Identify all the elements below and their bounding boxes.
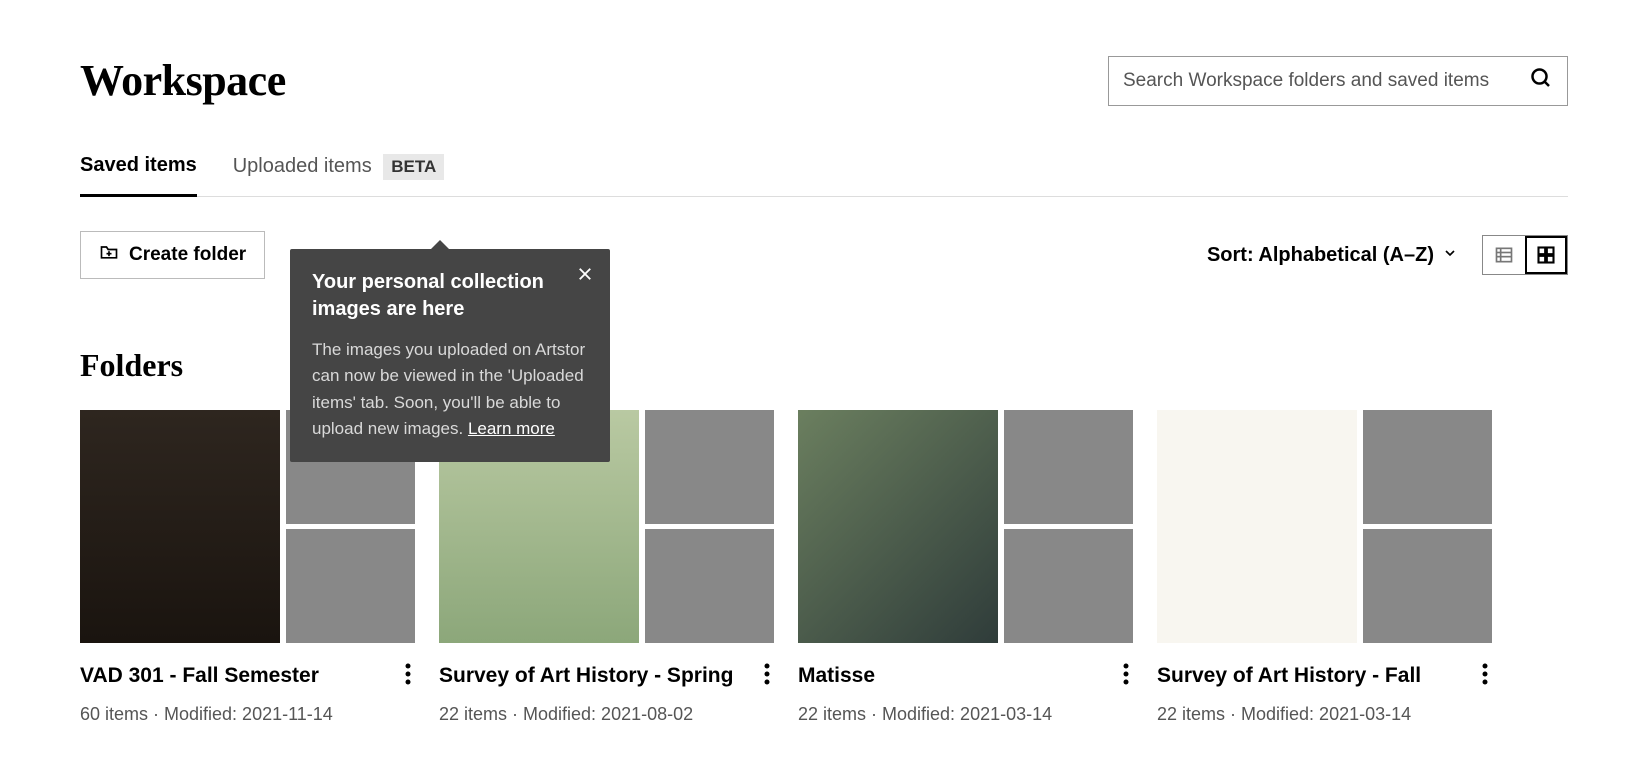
folder-meta: 22 items · Modified: 2021-08-02 (439, 704, 774, 725)
folder-thumb-main (80, 410, 280, 643)
folder-thumb-side (1004, 529, 1133, 643)
more-options-button[interactable] (1478, 663, 1492, 690)
folder-title: Matisse (798, 663, 1119, 688)
new-folder-icon (99, 242, 119, 268)
tab-uploaded-items[interactable]: Uploaded items BETA (233, 154, 445, 196)
folder-meta: 60 items · Modified: 2021-11-14 (80, 704, 415, 725)
folder-meta: 22 items · Modified: 2021-03-14 (1157, 704, 1492, 725)
folder-thumb-side (645, 529, 774, 643)
close-icon[interactable] (576, 265, 594, 288)
folder-title: VAD 301 - Fall Semester (80, 663, 401, 688)
chevron-down-icon (1442, 244, 1458, 267)
sort-dropdown[interactable]: Sort: Alphabetical (A–Z) (1207, 244, 1458, 267)
folder-thumb-side (645, 410, 774, 524)
tab-uploaded-label: Uploaded items (233, 155, 372, 177)
folder-thumb-main (798, 410, 998, 643)
uploaded-items-tooltip: Your personal collection images are here… (290, 249, 610, 462)
grid-view-button[interactable] (1525, 236, 1567, 274)
tabs-bar: Saved items Uploaded items BETA (80, 154, 1568, 197)
folder-thumb-side (1363, 410, 1492, 524)
search-icon[interactable] (1529, 66, 1553, 95)
beta-badge: BETA (383, 154, 444, 180)
more-options-button[interactable] (1119, 663, 1133, 690)
folder-thumbs (798, 410, 1133, 643)
folder-card[interactable]: Matisse 22 items · Modified: 2021-03-14 (798, 410, 1133, 725)
more-options-button[interactable] (760, 663, 774, 690)
search-input[interactable] (1123, 70, 1529, 92)
sort-label-text: Sort: Alphabetical (A–Z) (1207, 244, 1434, 267)
folder-thumb-side (286, 529, 415, 643)
folder-thumb-side (1004, 410, 1133, 524)
view-toggle (1482, 235, 1568, 275)
tab-saved-items[interactable]: Saved items (80, 154, 197, 197)
folder-thumb-main (1157, 410, 1357, 643)
create-folder-button[interactable]: Create folder (80, 231, 265, 279)
learn-more-link[interactable]: Learn more (468, 419, 555, 438)
create-folder-label: Create folder (129, 244, 246, 266)
list-view-button[interactable] (1483, 236, 1525, 274)
folder-thumbs (1157, 410, 1492, 643)
more-options-button[interactable] (401, 663, 415, 690)
tooltip-title: Your personal collection images are here (312, 269, 588, 323)
folder-title: Survey of Art History - Fall (1157, 663, 1478, 688)
folder-thumb-side (1363, 529, 1492, 643)
page-title: Workspace (80, 55, 286, 106)
folder-meta: 22 items · Modified: 2021-03-14 (798, 704, 1133, 725)
tooltip-body: The images you uploaded on Artstor can n… (312, 337, 588, 442)
folder-card[interactable]: Survey of Art History - Fall 22 items · … (1157, 410, 1492, 725)
search-container (1108, 56, 1568, 106)
folder-title: Survey of Art History - Spring (439, 663, 760, 688)
